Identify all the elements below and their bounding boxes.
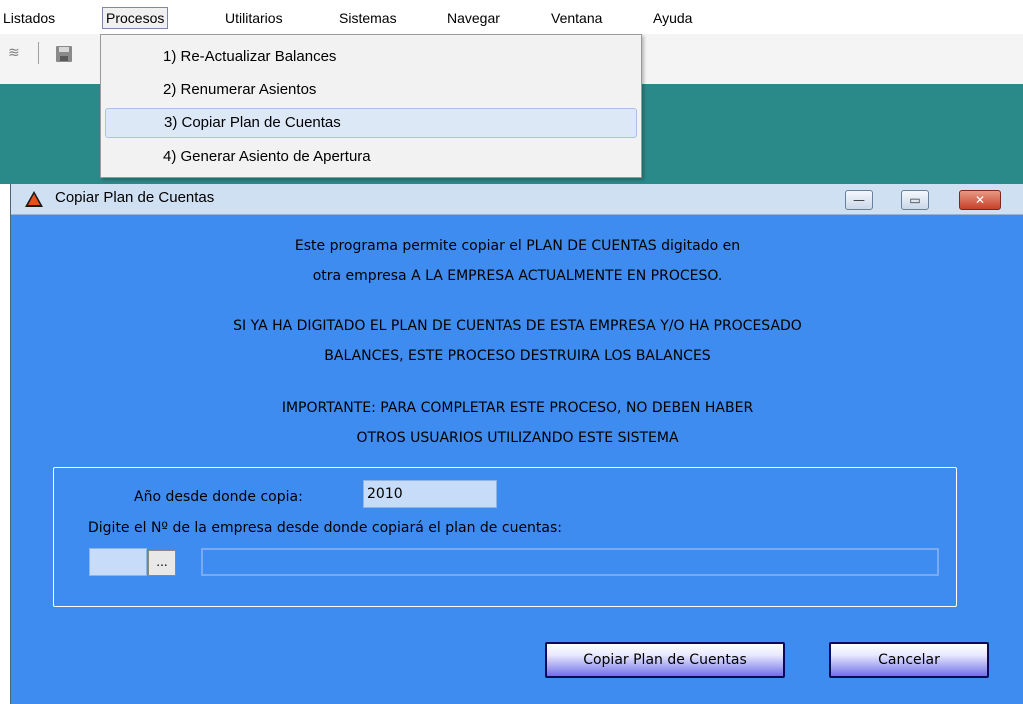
menu-sistemas[interactable]: Sistemas: [336, 8, 400, 28]
info-text-line2: otra empresa A LA EMPRESA ACTUALMENTE EN…: [312, 268, 723, 284]
dialog-title: Copiar Plan de Cuentas: [55, 189, 215, 206]
dialog-titlebar[interactable]: Copiar Plan de Cuentas — ▭ ✕: [11, 184, 1023, 215]
menu-procesos[interactable]: Procesos: [102, 7, 169, 29]
app-logo-icon: [25, 191, 43, 207]
important-text-line1: IMPORTANTE: PARA COMPLETAR ESTE PROCESO,…: [281, 400, 754, 416]
menu-ayuda[interactable]: Ayuda: [650, 8, 695, 28]
menu-listados[interactable]: Listados: [0, 8, 58, 28]
menu-utilitarios[interactable]: Utilitarios: [222, 8, 286, 28]
procesos-dropdown: 1) Re-Actualizar Balances 2) Renumerar A…: [100, 34, 642, 178]
copy-plan-button[interactable]: Copiar Plan de Cuentas: [545, 642, 785, 678]
year-input[interactable]: 2010: [363, 480, 497, 508]
copiar-plan-dialog: Copiar Plan de Cuentas — ▭ ✕ Este progra…: [10, 184, 1023, 704]
toolbar-right: [640, 34, 1023, 84]
company-label: Digite el Nº de la empresa desde donde c…: [88, 520, 563, 536]
copy-options-group: Año desde donde copia: 2010 Digite el Nº…: [53, 467, 957, 607]
menu-item-re-actualizar-balances[interactable]: 1) Re-Actualizar Balances: [105, 42, 635, 72]
menu-item-label: 1) Re-Actualizar Balances: [163, 48, 337, 65]
menu-item-generar-asiento-apertura[interactable]: 4) Generar Asiento de Apertura: [105, 142, 635, 172]
warning-text-line2: BALANCES, ESTE PROCESO DESTRUIRA LOS BAL…: [324, 348, 711, 364]
tools-icon[interactable]: ≋: [8, 44, 24, 62]
menu-item-copiar-plan-de-cuentas[interactable]: 3) Copiar Plan de Cuentas: [105, 108, 637, 138]
menu-item-label: 3) Copiar Plan de Cuentas: [164, 114, 341, 131]
cancel-button[interactable]: Cancelar: [829, 642, 989, 678]
browse-button[interactable]: ...: [148, 550, 176, 576]
menu-item-renumerar-asientos[interactable]: 2) Renumerar Asientos: [105, 75, 635, 105]
company-number-input[interactable]: [89, 548, 147, 576]
menu-navegar[interactable]: Navegar: [444, 8, 503, 28]
menu-item-label: 4) Generar Asiento de Apertura: [163, 148, 371, 165]
warning-text-line1: SI YA HA DIGITADO EL PLAN DE CUENTAS DE …: [233, 318, 802, 334]
toolbar-separator: [38, 42, 39, 64]
close-button[interactable]: ✕: [959, 190, 1001, 210]
minimize-button[interactable]: —: [845, 190, 873, 210]
company-name-field: [201, 548, 939, 576]
info-text-line1: Este programa permite copiar el PLAN DE …: [294, 238, 741, 254]
menu-item-label: 2) Renumerar Asientos: [163, 81, 317, 98]
important-text-line2: OTROS USUARIOS UTILIZANDO ESTE SISTEMA: [356, 430, 679, 446]
menu-ventana[interactable]: Ventana: [548, 8, 605, 28]
menubar: Listados Procesos Utilitarios Sistemas N…: [0, 0, 1023, 34]
save-icon[interactable]: [56, 46, 72, 62]
year-label: Año desde donde copia:: [134, 489, 303, 505]
maximize-button[interactable]: ▭: [901, 190, 929, 210]
